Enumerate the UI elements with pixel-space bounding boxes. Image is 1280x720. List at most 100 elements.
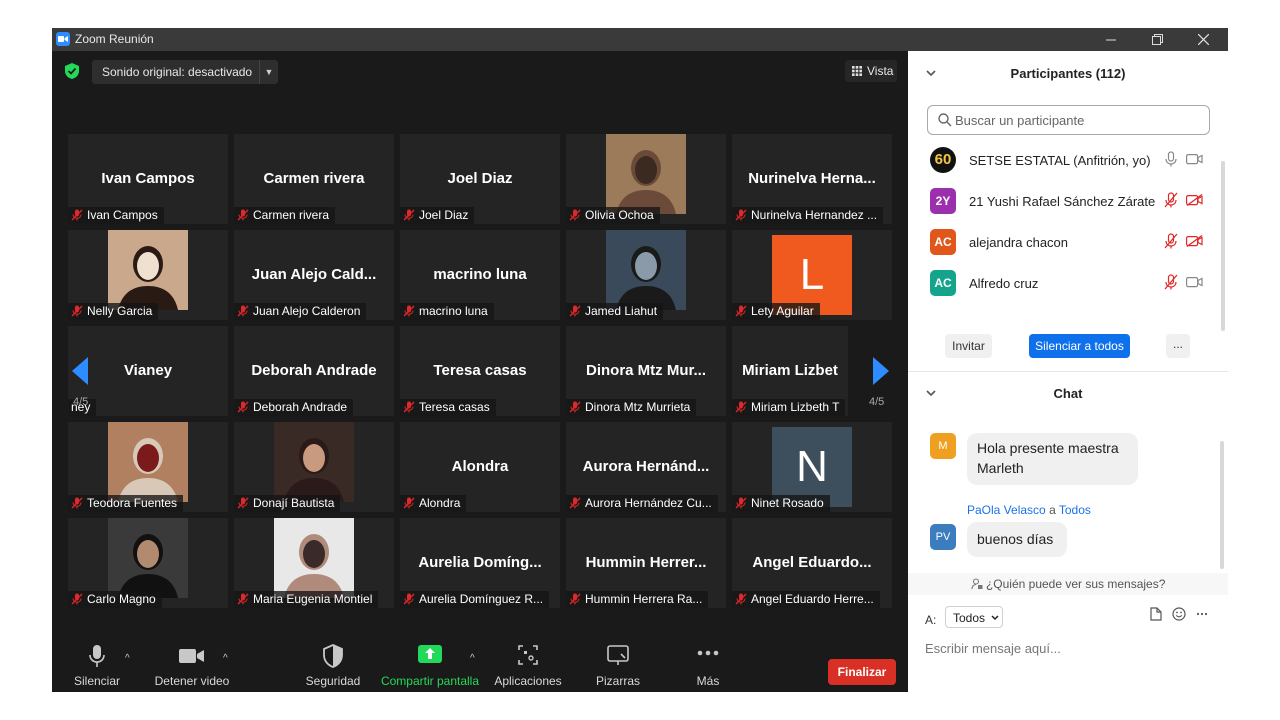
chat-sender-name[interactable]: PaOla Velasco (967, 503, 1046, 517)
more-dots-icon (663, 644, 753, 668)
participant-name-label: Nurinelva Hernandez ... (732, 207, 884, 224)
participant-video-tile[interactable]: Aurora Hernánd... Aurora Hernández Cu... (566, 422, 726, 512)
view-button[interactable]: Vista (845, 60, 897, 82)
microphone-muted-icon (403, 305, 415, 320)
participant-video-tile[interactable]: L Lety Aguilar (732, 230, 892, 320)
participant-video-tile[interactable]: Vianey ney (68, 326, 228, 416)
share-options-chevron-icon[interactable]: ^ (470, 653, 475, 664)
microphone-muted-icon (403, 401, 415, 416)
participant-name: Donají Bautista (253, 496, 335, 510)
participant-video-tile[interactable]: Teresa casas Teresa casas (400, 326, 560, 416)
participant-video-tile[interactable]: Teodora Fuentes (68, 422, 228, 512)
chat-scrollbar[interactable] (1220, 441, 1224, 569)
next-page-arrow-icon[interactable] (871, 356, 891, 389)
emoji-icon[interactable] (1172, 607, 1186, 624)
participant-display-name: Alondra (451, 458, 509, 475)
participant-name: Miriam Lizbeth T (751, 400, 840, 414)
participant-photo (108, 230, 188, 310)
microphone-muted-icon (71, 209, 83, 224)
chat-recipient-select[interactable]: Todos (945, 606, 1003, 628)
microphone-muted-icon (735, 209, 747, 224)
participant-video-tile[interactable]: N Ninet Rosado (732, 422, 892, 512)
participant-video-tile[interactable]: macrino luna macrino luna (400, 230, 560, 320)
chat-message-text-continued: Marleth (977, 460, 1024, 476)
title-bar: Zoom Reunión (52, 28, 1228, 51)
participant-video-tile[interactable]: Olivia Ochoa (566, 134, 726, 224)
participant-display-name: Aurelia Domíng... (418, 554, 542, 571)
participant-name: Olivia Ochoa (585, 208, 654, 222)
share-screen-button[interactable]: Compartir pantalla (381, 634, 479, 692)
participant-name-label: Olivia Ochoa (566, 207, 660, 224)
chat-to-label: A: (925, 613, 937, 627)
who-can-see-messages[interactable]: ¿Quién puede ver sus mensajes? (908, 573, 1228, 595)
microphone-muted-icon (735, 305, 747, 320)
participant-name: Joel Diaz (419, 208, 469, 222)
microphone-muted-icon (237, 209, 249, 224)
more-button[interactable]: Más (663, 634, 753, 692)
participant-video-tile[interactable]: Jamed Liahut (566, 230, 726, 320)
microphone-muted-icon (569, 401, 581, 416)
minimize-icon[interactable] (1088, 28, 1134, 51)
participant-video-tile[interactable]: Hummin Herrer... Hummin Herrera Ra... (566, 518, 726, 608)
file-icon[interactable] (1150, 607, 1162, 624)
participant-video-tile[interactable]: Aurelia Domíng... Aurelia Domínguez R... (400, 518, 560, 608)
participant-name-label: Angel Eduardo Herre... (732, 591, 880, 608)
participant-video-tile[interactable]: Miriam Lizbet Miriam Lizbeth T (732, 326, 848, 416)
restore-icon[interactable] (1134, 28, 1180, 51)
microphone-muted-icon (71, 593, 83, 608)
participant-photo (108, 518, 188, 598)
participant-name-label: Miriam Lizbeth T (732, 399, 846, 416)
previous-page-arrow-icon[interactable] (70, 356, 90, 389)
participant-name-label: Joel Diaz (400, 207, 475, 224)
microphone-muted-icon (569, 497, 581, 512)
audio-options-chevron-icon[interactable]: ^ (125, 653, 130, 664)
person-lock-icon (971, 577, 986, 591)
end-meeting-button[interactable]: Finalizar (828, 659, 896, 685)
chat-more-icon[interactable] (1196, 605, 1208, 622)
more-label: Más (696, 674, 720, 688)
participant-video-tile[interactable]: Nurinelva Herna... Nurinelva Hernandez ..… (732, 134, 892, 224)
participant-name: Ninet Rosado (751, 496, 824, 510)
share-screen-icon (385, 644, 475, 668)
chevron-down-icon[interactable]: ▼ (259, 60, 278, 84)
participant-display-name: macrino luna (433, 266, 527, 283)
microphone-muted-icon (569, 209, 581, 224)
microphone-muted-icon (403, 209, 415, 224)
participant-name: Aurora Hernández Cu... (585, 496, 712, 510)
participant-display-name: Hummin Herrer... (585, 554, 707, 571)
video-options-chevron-icon[interactable]: ^ (223, 653, 228, 664)
participant-video-tile[interactable]: Maria Eugenia Montiel (234, 518, 394, 608)
chat-recipient-name[interactable]: Todos (1059, 503, 1091, 517)
participant-video-tile[interactable]: Ivan Campos Ivan Campos (68, 134, 228, 224)
participant-video-tile[interactable]: Carmen rivera Carmen rivera (234, 134, 394, 224)
participant-display-name: Angel Eduardo... (752, 554, 872, 571)
participant-photo (274, 422, 354, 502)
participant-display-name: Vianey (123, 362, 173, 379)
participant-video-tile[interactable]: Donají Bautista (234, 422, 394, 512)
participant-video-tile[interactable]: Dinora Mtz Mur... Dinora Mtz Murrieta (566, 326, 726, 416)
participant-video-tile[interactable]: Deborah Andrade Deborah Andrade (234, 326, 394, 416)
participant-video-tile[interactable]: Juan Alejo Cald... Juan Alejo Calderon (234, 230, 394, 320)
encryption-shield-icon[interactable] (65, 63, 79, 82)
participant-display-name: Aurora Hernánd... (582, 458, 710, 475)
participant-name-label: Carlo Magno (68, 591, 162, 608)
original-sound-button[interactable]: Sonido original: desactivado ▼ (92, 60, 278, 84)
participant-video-tile[interactable]: Carlo Magno (68, 518, 228, 608)
microphone-muted-icon (569, 593, 581, 608)
microphone-muted-icon (237, 305, 249, 320)
participant-display-name: Deborah Andrade (251, 362, 377, 379)
chat-message-input[interactable]: Escribir mensaje aquí... (925, 641, 1061, 656)
participant-photo (606, 134, 686, 214)
participant-display-name: Carmen rivera (263, 170, 365, 187)
participant-video-tile[interactable]: Joel Diaz Joel Diaz (400, 134, 560, 224)
participant-video-tile[interactable]: Angel Eduardo... Angel Eduardo Herre... (732, 518, 892, 608)
chat-message-bubble: buenos días (967, 522, 1067, 557)
participant-video-tile[interactable]: Alondra Alondra (400, 422, 560, 512)
meeting-toolbar: Silenciar ^ Detener video ^ Seguridad Co… (52, 634, 908, 692)
participant-name: Carlo Magno (87, 592, 156, 606)
participant-video-tile[interactable]: Nelly Garcia (68, 230, 228, 320)
participant-name: Carmen rivera (253, 208, 330, 222)
side-panel: Participantes (112) Buscar un participan… (908, 51, 1228, 692)
participant-name-label: Alondra (400, 495, 467, 512)
close-icon[interactable] (1180, 28, 1226, 51)
